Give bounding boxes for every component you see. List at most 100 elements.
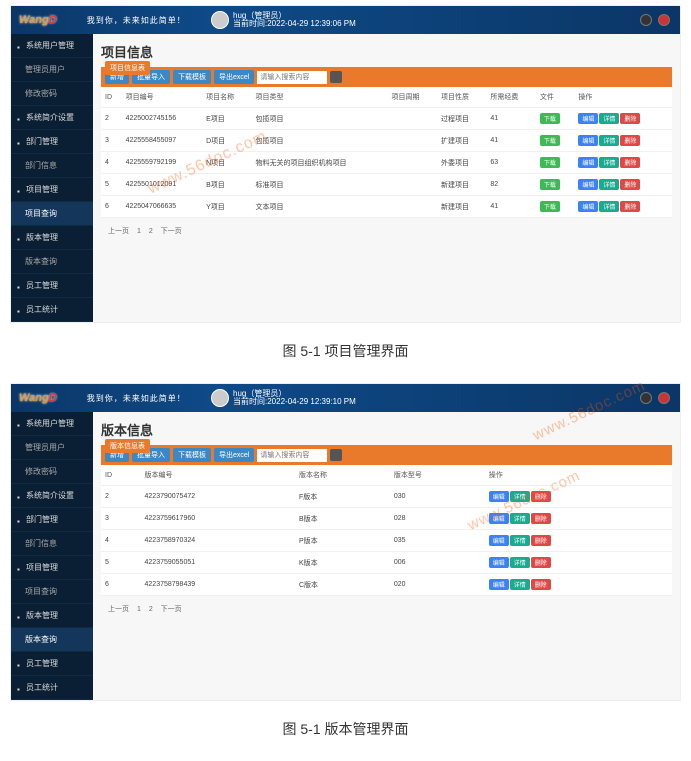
pager-1[interactable]: 1 [137, 228, 141, 235]
sidebar-item[interactable]: 部门信息 [11, 154, 93, 178]
delete-button[interactable]: 删除 [531, 535, 551, 546]
sidebar-item[interactable]: ▪版本管理 [11, 604, 93, 628]
avatar[interactable] [211, 389, 229, 407]
header-btn-close[interactable] [658, 14, 670, 26]
download-button[interactable]: 下载 [540, 201, 560, 212]
edit-button[interactable]: 编辑 [489, 535, 509, 546]
sidebar-item[interactable]: ▪员工管理 [11, 274, 93, 298]
current-time: 2022-04-29 12:39:10 PM [267, 397, 356, 406]
page-title: 项目信息 [101, 42, 672, 61]
sidebar-item-label: 版本查询 [25, 256, 57, 267]
pager-prev[interactable]: 上一页 [108, 228, 129, 235]
edit-button[interactable]: 编辑 [578, 179, 598, 190]
sidebar-item[interactable]: 版本查询 [11, 250, 93, 274]
delete-button[interactable]: 删除 [620, 157, 640, 168]
sidebar-item[interactable]: ▪员工统计 [11, 676, 93, 700]
edit-button[interactable]: 编辑 [578, 201, 598, 212]
sidebar-item[interactable]: ▪系统简介设置 [11, 484, 93, 508]
sidebar-item[interactable]: 项目查询 [11, 580, 93, 604]
sidebar-item[interactable]: ▪部门管理 [11, 508, 93, 532]
pager-next[interactable]: 下一页 [161, 228, 182, 235]
download-button[interactable]: 下载 [540, 179, 560, 190]
pager-2[interactable]: 2 [149, 606, 153, 613]
download-template-button[interactable]: 下载模板 [173, 70, 211, 84]
edit-button[interactable]: 编辑 [489, 557, 509, 568]
sidebar-item[interactable]: ▪员工管理 [11, 652, 93, 676]
detail-button[interactable]: 详情 [510, 535, 530, 546]
search-input[interactable] [257, 71, 327, 84]
sidebar-item[interactable]: 项目查询 [11, 202, 93, 226]
download-button[interactable]: 下载 [540, 157, 560, 168]
download-button[interactable]: 下载 [540, 113, 560, 124]
pager: 上一页 1 2 下一页 [101, 596, 672, 622]
topbar: WangD 我到你，未来如此简单！ hug（管理员） 当前时间:2022-04-… [11, 6, 680, 34]
detail-button[interactable]: 详情 [599, 201, 619, 212]
toolbar: 项目信息表 新增 批量导入 下载模板 导出excel [101, 67, 672, 87]
sidebar-item[interactable]: ▪员工统计 [11, 298, 93, 322]
pager-prev[interactable]: 上一页 [108, 606, 129, 613]
pager-next[interactable]: 下一页 [161, 606, 182, 613]
sidebar-item-label: 项目查询 [25, 208, 57, 219]
edit-button[interactable]: 编辑 [489, 579, 509, 590]
sidebar-item[interactable]: ▪部门管理 [11, 130, 93, 154]
edit-button[interactable]: 编辑 [578, 113, 598, 124]
pager-1[interactable]: 1 [137, 606, 141, 613]
delete-button[interactable]: 删除 [620, 113, 640, 124]
sidebar-item[interactable]: 版本查询 [11, 628, 93, 652]
sidebar-item[interactable]: ▪系统用户管理 [11, 412, 93, 436]
sidebar-item[interactable]: ▪系统简介设置 [11, 106, 93, 130]
tab-label: 版本信息表 [105, 439, 150, 453]
delete-button[interactable]: 删除 [620, 179, 640, 190]
download-button[interactable]: 下载 [540, 135, 560, 146]
edit-button[interactable]: 编辑 [578, 135, 598, 146]
user-box: hug（管理员） 当前时间:2022-04-29 12:39:10 PM [211, 389, 356, 407]
header-btn-1[interactable] [640, 392, 652, 404]
search-input[interactable] [257, 449, 327, 462]
sidebar-item-label: 项目管理 [26, 184, 58, 195]
table-row: 64223758798439C版本020编辑详情删除 [101, 574, 672, 596]
avatar[interactable] [211, 11, 229, 29]
download-template-button[interactable]: 下载模板 [173, 448, 211, 462]
export-excel-button[interactable]: 导出excel [214, 448, 254, 462]
detail-button[interactable]: 详情 [510, 491, 530, 502]
edit-button[interactable]: 编辑 [489, 491, 509, 502]
sidebar-item[interactable]: ▪版本管理 [11, 226, 93, 250]
delete-button[interactable]: 删除 [620, 201, 640, 212]
column-header: 操作 [485, 465, 672, 486]
detail-button[interactable]: 详情 [599, 179, 619, 190]
sidebar-item[interactable]: 管理员用户 [11, 58, 93, 82]
detail-button[interactable]: 详情 [599, 135, 619, 146]
pager-2[interactable]: 2 [149, 228, 153, 235]
current-time: 2022-04-29 12:39:06 PM [267, 19, 356, 28]
sidebar-item[interactable]: ▪项目管理 [11, 556, 93, 580]
edit-button[interactable]: 编辑 [578, 157, 598, 168]
detail-button[interactable]: 详情 [510, 557, 530, 568]
sidebar-item[interactable]: 管理员用户 [11, 436, 93, 460]
sidebar-item-label: 员工管理 [26, 658, 58, 669]
sidebar-item[interactable]: ▪项目管理 [11, 178, 93, 202]
sidebar-item-label: 修改密码 [25, 466, 57, 477]
header-btn-close[interactable] [658, 392, 670, 404]
delete-button[interactable]: 删除 [531, 491, 551, 502]
search-icon[interactable] [330, 71, 342, 83]
detail-button[interactable]: 详情 [510, 513, 530, 524]
detail-button[interactable]: 详情 [599, 113, 619, 124]
sidebar-item[interactable]: ▪系统用户管理 [11, 34, 93, 58]
detail-button[interactable]: 详情 [510, 579, 530, 590]
table-row: 54223759055051K版本006编辑详情删除 [101, 552, 672, 574]
header-btn-1[interactable] [640, 14, 652, 26]
delete-button[interactable]: 删除 [531, 513, 551, 524]
delete-button[interactable]: 删除 [531, 579, 551, 590]
sidebar-item[interactable]: 部门信息 [11, 532, 93, 556]
sidebar-item[interactable]: 修改密码 [11, 460, 93, 484]
export-excel-button[interactable]: 导出excel [214, 70, 254, 84]
sidebar-item[interactable]: 修改密码 [11, 82, 93, 106]
column-header: 文件 [536, 87, 574, 108]
search-icon[interactable] [330, 449, 342, 461]
detail-button[interactable]: 详情 [599, 157, 619, 168]
delete-button[interactable]: 删除 [531, 557, 551, 568]
table-row: 44225559792199N项目物料无关的项目组织机构项目外委项目63下载编辑… [101, 152, 672, 174]
delete-button[interactable]: 删除 [620, 135, 640, 146]
edit-button[interactable]: 编辑 [489, 513, 509, 524]
sidebar-item-label: 部门信息 [25, 538, 57, 549]
